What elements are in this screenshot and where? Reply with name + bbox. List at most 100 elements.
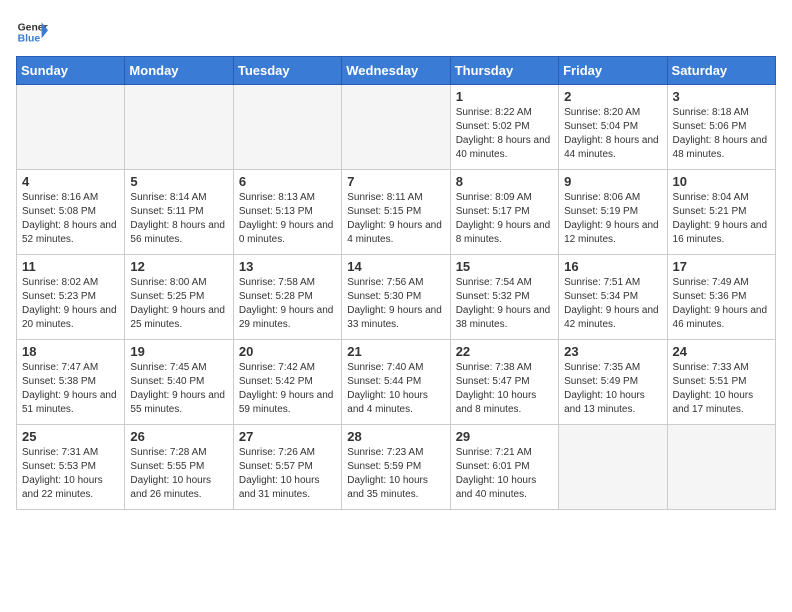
day-info: Sunrise: 8:04 AMSunset: 5:21 PMDaylight:… [673,191,770,247]
logo: General Blue [16,16,48,48]
day-number: 4 [22,174,119,189]
calendar-day-cell: 11Sunrise: 8:02 AMSunset: 5:23 PMDayligh… [17,255,125,340]
day-info: Sunrise: 7:51 AMSunset: 5:34 PMDaylight:… [564,276,661,332]
calendar-day-cell: 6 Sunrise: 8:13 AMSunset: 5:13 PMDaylight… [233,170,341,255]
calendar-day-cell: 20 Sunrise: 7:42 AMSunset: 5:42 PMDayligh… [233,340,341,425]
day-number: 14 [347,259,444,274]
day-info: Sunrise: 7:28 AMSunset: 5:55 PMDaylight:… [130,446,227,502]
day-number: 7 [347,174,444,189]
svg-text:Blue: Blue [18,34,41,45]
calendar-day-cell: 29 Sunrise: 7:21 AMSunset: 6:01 PMDayligh… [450,425,558,510]
day-info: Sunrise: 8:13 AMSunset: 5:13 PMDaylight:… [239,191,336,247]
calendar-day-cell: 16 Sunrise: 7:51 AMSunset: 5:34 PMDayligh… [559,255,667,340]
day-info: Sunrise: 7:45 AMSunset: 5:40 PMDaylight:… [130,361,227,417]
weekday-header-row: SundayMondayTuesdayWednesdayThursdayFrid… [17,57,776,85]
calendar-table: SundayMondayTuesdayWednesdayThursdayFrid… [16,56,776,510]
page-container: General Blue SundayMondayTuesdayWednesda… [0,0,792,518]
calendar-day-cell: 24 Sunrise: 7:33 AMSunset: 5:51 PMDayligh… [667,340,775,425]
day-number: 6 [239,174,336,189]
day-info: Sunrise: 8:00 AMSunset: 5:25 PMDaylight:… [130,276,227,332]
day-number: 12 [130,259,227,274]
day-number: 8 [456,174,553,189]
calendar-day-cell [342,85,450,170]
calendar-day-cell: 19 Sunrise: 7:45 AMSunset: 5:40 PMDayligh… [125,340,233,425]
day-number: 19 [130,344,227,359]
day-number: 23 [564,344,661,359]
day-info: Sunrise: 8:22 AMSunset: 5:02 PMDaylight:… [456,106,553,162]
calendar-day-cell: 23 Sunrise: 7:35 AMSunset: 5:49 PMDayligh… [559,340,667,425]
calendar-day-cell: 26 Sunrise: 7:28 AMSunset: 5:55 PMDayligh… [125,425,233,510]
day-info: Sunrise: 8:11 AMSunset: 5:15 PMDaylight:… [347,191,444,247]
day-number: 16 [564,259,661,274]
calendar-week-row: 18Sunrise: 7:47 AMSunset: 5:38 PMDayligh… [17,340,776,425]
day-number: 3 [673,89,770,104]
calendar-week-row: 4 Sunrise: 8:16 AMSunset: 5:08 PMDaylight… [17,170,776,255]
day-info: Sunrise: 8:18 AMSunset: 5:06 PMDaylight:… [673,106,770,162]
calendar-day-cell: 18Sunrise: 7:47 AMSunset: 5:38 PMDayligh… [17,340,125,425]
day-info: Sunrise: 7:21 AMSunset: 6:01 PMDaylight:… [456,446,553,502]
calendar-day-cell [233,85,341,170]
day-number: 20 [239,344,336,359]
calendar-day-cell: 15 Sunrise: 7:54 AMSunset: 5:32 PMDayligh… [450,255,558,340]
calendar-day-cell [667,425,775,510]
weekday-header-cell: Friday [559,57,667,85]
day-number: 24 [673,344,770,359]
day-info: Sunrise: 7:23 AMSunset: 5:59 PMDaylight:… [347,446,444,502]
calendar-week-row: 25Sunrise: 7:31 AMSunset: 5:53 PMDayligh… [17,425,776,510]
day-info: Sunrise: 7:35 AMSunset: 5:49 PMDaylight:… [564,361,661,417]
calendar-day-cell [125,85,233,170]
day-number: 17 [673,259,770,274]
day-number: 18 [22,344,119,359]
calendar-day-cell: 25Sunrise: 7:31 AMSunset: 5:53 PMDayligh… [17,425,125,510]
calendar-day-cell: 3 Sunrise: 8:18 AMSunset: 5:06 PMDaylight… [667,85,775,170]
day-number: 29 [456,429,553,444]
calendar-day-cell: 22Sunrise: 7:38 AMSunset: 5:47 PMDayligh… [450,340,558,425]
day-info: Sunrise: 7:40 AMSunset: 5:44 PMDaylight:… [347,361,444,417]
day-number: 2 [564,89,661,104]
calendar-day-cell: 13 Sunrise: 7:58 AMSunset: 5:28 PMDayligh… [233,255,341,340]
calendar-day-cell: 27 Sunrise: 7:26 AMSunset: 5:57 PMDayligh… [233,425,341,510]
day-number: 28 [347,429,444,444]
day-number: 15 [456,259,553,274]
calendar-day-cell [17,85,125,170]
day-number: 26 [130,429,227,444]
calendar-day-cell: 7 Sunrise: 8:11 AMSunset: 5:15 PMDaylight… [342,170,450,255]
calendar-day-cell: 28 Sunrise: 7:23 AMSunset: 5:59 PMDayligh… [342,425,450,510]
calendar-day-cell: 10Sunrise: 8:04 AMSunset: 5:21 PMDayligh… [667,170,775,255]
day-number: 5 [130,174,227,189]
day-info: Sunrise: 8:20 AMSunset: 5:04 PMDaylight:… [564,106,661,162]
calendar-day-cell: 2 Sunrise: 8:20 AMSunset: 5:04 PMDaylight… [559,85,667,170]
calendar-day-cell: 4 Sunrise: 8:16 AMSunset: 5:08 PMDaylight… [17,170,125,255]
calendar-day-cell: 21Sunrise: 7:40 AMSunset: 5:44 PMDayligh… [342,340,450,425]
day-info: Sunrise: 8:16 AMSunset: 5:08 PMDaylight:… [22,191,119,247]
day-number: 13 [239,259,336,274]
day-info: Sunrise: 8:06 AMSunset: 5:19 PMDaylight:… [564,191,661,247]
day-info: Sunrise: 7:58 AMSunset: 5:28 PMDaylight:… [239,276,336,332]
day-number: 27 [239,429,336,444]
day-info: Sunrise: 7:33 AMSunset: 5:51 PMDaylight:… [673,361,770,417]
day-number: 11 [22,259,119,274]
calendar-week-row: 1 Sunrise: 8:22 AMSunset: 5:02 PMDaylight… [17,85,776,170]
calendar-body: 1 Sunrise: 8:22 AMSunset: 5:02 PMDaylight… [17,85,776,510]
day-info: Sunrise: 7:42 AMSunset: 5:42 PMDaylight:… [239,361,336,417]
day-info: Sunrise: 7:31 AMSunset: 5:53 PMDaylight:… [22,446,119,502]
calendar-day-cell: 12 Sunrise: 8:00 AMSunset: 5:25 PMDayligh… [125,255,233,340]
weekday-header-cell: Saturday [667,57,775,85]
calendar-week-row: 11Sunrise: 8:02 AMSunset: 5:23 PMDayligh… [17,255,776,340]
day-info: Sunrise: 8:14 AMSunset: 5:11 PMDaylight:… [130,191,227,247]
weekday-header-cell: Thursday [450,57,558,85]
day-info: Sunrise: 7:49 AMSunset: 5:36 PMDaylight:… [673,276,770,332]
day-info: Sunrise: 7:54 AMSunset: 5:32 PMDaylight:… [456,276,553,332]
day-info: Sunrise: 7:26 AMSunset: 5:57 PMDaylight:… [239,446,336,502]
calendar-day-cell: 9Sunrise: 8:06 AMSunset: 5:19 PMDaylight… [559,170,667,255]
weekday-header-cell: Tuesday [233,57,341,85]
day-number: 1 [456,89,553,104]
header: General Blue [16,16,776,48]
logo-icon: General Blue [16,16,48,48]
weekday-header-cell: Sunday [17,57,125,85]
calendar-day-cell: 5 Sunrise: 8:14 AMSunset: 5:11 PMDaylight… [125,170,233,255]
day-info: Sunrise: 7:56 AMSunset: 5:30 PMDaylight:… [347,276,444,332]
weekday-header-cell: Monday [125,57,233,85]
calendar-day-cell: 17 Sunrise: 7:49 AMSunset: 5:36 PMDayligh… [667,255,775,340]
calendar-day-cell: 1 Sunrise: 8:22 AMSunset: 5:02 PMDaylight… [450,85,558,170]
